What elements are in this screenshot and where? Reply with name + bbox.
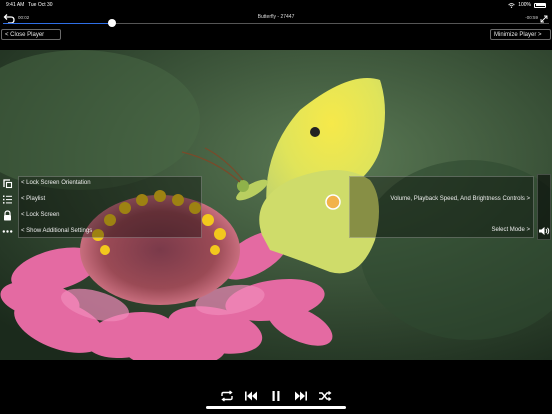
menu-item-lock-orientation[interactable]: < Lock Screen Orientation	[21, 180, 91, 186]
status-right: 100%	[508, 2, 546, 8]
list-icon[interactable]	[2, 194, 13, 205]
home-indicator	[206, 406, 346, 409]
progress-thumb[interactable]	[108, 19, 117, 27]
status-date: Tue Oct 30	[28, 2, 53, 8]
skip-back-icon[interactable]	[244, 390, 258, 402]
select-mode-button[interactable]: Select Mode >	[491, 227, 530, 233]
menu-item-lock-screen[interactable]: < Lock Screen	[21, 212, 60, 218]
expand-icon[interactable]	[540, 15, 548, 23]
rotate-lock-icon[interactable]	[2, 178, 13, 189]
playback-controls	[0, 386, 552, 406]
controls-panel[interactable]: Volume, Playback Speed, And Brightness C…	[349, 176, 534, 238]
progress-fill	[3, 23, 113, 24]
pause-icon[interactable]	[269, 390, 283, 402]
menu-item-playlist[interactable]: < Playlist	[21, 196, 45, 202]
skip-forward-icon[interactable]	[294, 390, 308, 402]
more-icon[interactable]	[2, 226, 13, 237]
status-bar: 9:41 AM Tue Oct 30 100%	[0, 0, 552, 10]
controls-label[interactable]: Volume, Playback Speed, And Brightness C…	[390, 196, 530, 202]
close-player-button[interactable]: < Close Player	[1, 29, 61, 40]
left-menu-panel: < Lock Screen Orientation < Playlist < L…	[18, 176, 202, 238]
remaining-time: -00:59	[525, 15, 538, 20]
menu-item-additional-settings[interactable]: < Show Additional Settings	[21, 228, 92, 234]
repeat-icon[interactable]	[220, 390, 234, 402]
battery-percent: 100%	[518, 2, 531, 8]
status-time: 9:41 AM	[6, 2, 25, 8]
shuffle-icon[interactable]	[318, 390, 332, 402]
lock-icon[interactable]	[2, 210, 13, 221]
volume-icon[interactable]	[538, 226, 550, 236]
video-title: Butterfly - 27447	[257, 14, 295, 20]
wifi-icon	[508, 2, 515, 8]
battery-icon	[534, 2, 546, 8]
minimize-player-button[interactable]: Minimize Player >	[490, 29, 551, 40]
